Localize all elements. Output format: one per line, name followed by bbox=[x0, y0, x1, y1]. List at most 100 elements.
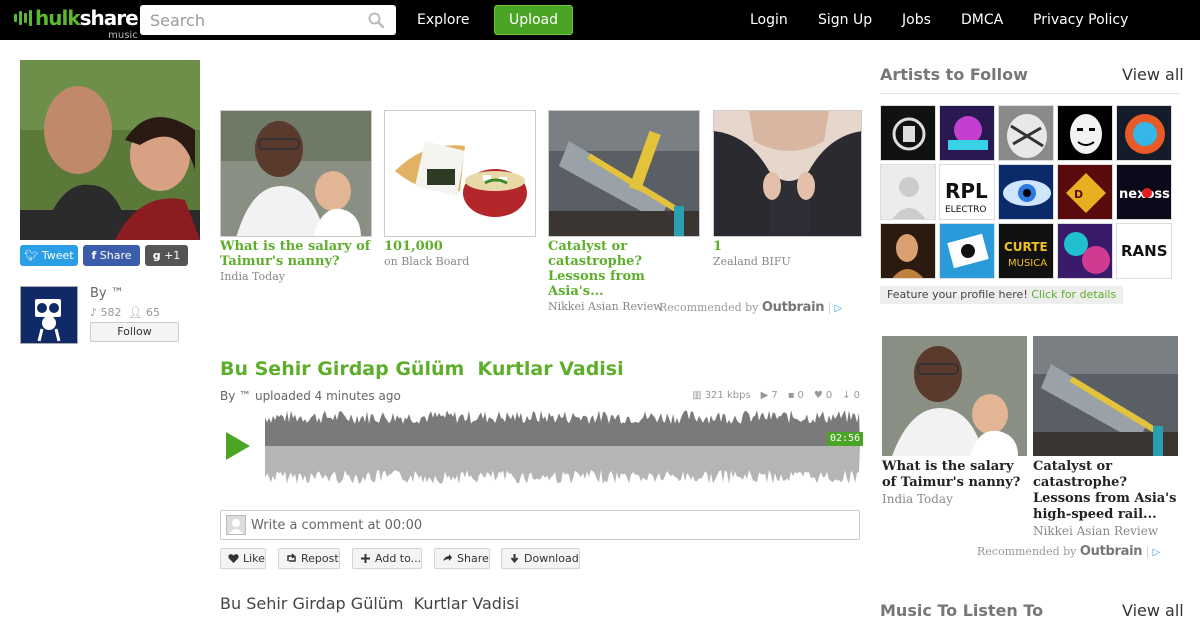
artist-thumbnail[interactable] bbox=[880, 164, 936, 220]
download-label: Download bbox=[524, 552, 579, 565]
add-to-label: Add to... bbox=[375, 552, 422, 565]
nav-privacy-link[interactable]: Privacy Policy bbox=[1033, 0, 1128, 40]
recommended-item[interactable]: 1 Zealand BIFU bbox=[713, 110, 862, 269]
svg-text:D: D bbox=[1074, 188, 1083, 201]
music-note-icon: ♪ bbox=[90, 306, 98, 319]
logo-waveform-icon bbox=[14, 6, 32, 30]
add-to-button[interactable]: Add to... bbox=[352, 548, 423, 569]
artist-thumbnail[interactable] bbox=[1057, 223, 1113, 279]
plus-icon bbox=[361, 554, 370, 563]
tweet-label: Tweet bbox=[41, 249, 74, 262]
artist-thumbnail[interactable] bbox=[998, 164, 1054, 220]
sidebar-recommended-title[interactable]: What is the salary of Taimur's nanny? bbox=[882, 459, 1027, 491]
recommended-by-outbrain[interactable]: Recommended by Outbrain | ▷ bbox=[659, 300, 842, 315]
follow-button[interactable]: Follow bbox=[90, 322, 179, 342]
sidebar-recommended-by-label: Recommended by bbox=[977, 545, 1077, 558]
comment-user-avatar bbox=[226, 515, 246, 535]
comment-input[interactable] bbox=[251, 511, 851, 539]
recommended-title[interactable]: 1 bbox=[713, 239, 862, 254]
share-button[interactable]: Share bbox=[434, 548, 490, 569]
artist-thumbnail[interactable] bbox=[880, 223, 936, 279]
artist-thumbnail[interactable] bbox=[998, 105, 1054, 161]
like-button[interactable]: Like bbox=[220, 548, 266, 569]
recommended-thumbnail[interactable] bbox=[548, 110, 700, 237]
section-divider bbox=[880, 93, 1180, 94]
search-icon[interactable] bbox=[368, 12, 384, 28]
sidebar-recommended-by-outbrain[interactable]: Recommended by Outbrain | ▷ bbox=[977, 544, 1160, 559]
twitter-icon: 🐦︎ bbox=[24, 249, 39, 262]
feature-profile-link[interactable]: Click for details bbox=[1031, 288, 1116, 301]
music-to-listen-heading: Music To Listen To bbox=[880, 601, 1044, 620]
artists-view-all-link[interactable]: View all bbox=[1122, 65, 1184, 84]
hulkshare-logo[interactable]: hulkshare music bbox=[14, 6, 139, 41]
search-box bbox=[140, 5, 396, 35]
waveform-seekbar[interactable] bbox=[265, 406, 860, 484]
recommended-thumbnail[interactable] bbox=[384, 110, 536, 237]
svg-text:RPL: RPL bbox=[945, 179, 988, 203]
gplus-label: +1 bbox=[164, 249, 181, 262]
recommended-item[interactable]: What is the salary of Taimur's nanny? In… bbox=[220, 110, 372, 284]
music-view-all-link[interactable]: View all bbox=[1122, 601, 1184, 620]
nav-jobs-link[interactable]: Jobs bbox=[902, 0, 931, 40]
artist-thumbnail[interactable]: CURTE MUSICA bbox=[998, 223, 1054, 279]
outbrain-info-icon[interactable]: ▷ bbox=[1152, 547, 1160, 558]
nav-dmca-link[interactable]: DMCA bbox=[961, 0, 1003, 40]
recommended-thumbnail[interactable] bbox=[220, 110, 372, 237]
recommended-title[interactable]: What is the salary of Taimur's nanny? bbox=[220, 239, 372, 269]
uploader-name[interactable]: By ™ bbox=[90, 286, 124, 301]
artist-thumbnail[interactable] bbox=[880, 105, 936, 161]
recommended-item[interactable]: Catalyst or catastrophe? Lessons from As… bbox=[548, 110, 700, 314]
repost-button[interactable]: Repost bbox=[278, 548, 340, 569]
recommended-title[interactable]: 101,000 bbox=[384, 239, 536, 254]
sidebar-recommended-thumbnail[interactable] bbox=[1033, 336, 1178, 456]
svg-text:RANS: RANS bbox=[1121, 242, 1168, 260]
heart-icon bbox=[228, 554, 239, 563]
download-count-icon: ↓ bbox=[842, 390, 851, 401]
download-icon bbox=[510, 554, 519, 564]
sidebar-recommended-thumbnail[interactable] bbox=[882, 336, 1027, 456]
recommended-item[interactable]: 101,000 on Black Board bbox=[384, 110, 536, 269]
like-label: Like bbox=[243, 552, 265, 565]
sidebar-recommended-item[interactable]: Catalyst or catastrophe? Lessons from As… bbox=[1033, 336, 1178, 539]
artist-thumbnail[interactable]: RANS bbox=[1116, 223, 1172, 279]
google-plus-button[interactable]: g +1 bbox=[145, 245, 188, 266]
artist-thumbnail[interactable] bbox=[939, 223, 995, 279]
artist-thumbnail[interactable] bbox=[939, 105, 995, 161]
upload-button[interactable]: Upload bbox=[494, 5, 573, 35]
recommended-title[interactable]: Catalyst or catastrophe? Lessons from As… bbox=[548, 239, 700, 299]
track-comments: ▪ 0 bbox=[788, 390, 804, 401]
uploader-stats: ♪ 582 👤︎ 65 bbox=[90, 306, 160, 319]
track-stats: ▥ 321 kbps ▶ 7 ▪ 0 ♥ 0 ↓ 0 bbox=[692, 390, 860, 401]
outbrain-info-icon[interactable]: ▷ bbox=[834, 303, 842, 314]
sidebar-recommended-title[interactable]: Catalyst or catastrophe? Lessons from As… bbox=[1033, 459, 1178, 523]
nav-signup-link[interactable]: Sign Up bbox=[818, 0, 872, 40]
bitrate-icon: ▥ bbox=[692, 390, 702, 401]
artist-thumbnail[interactable]: RPL ELECTRO bbox=[939, 164, 995, 220]
outbrain-logo: Outbrain bbox=[761, 300, 825, 315]
comment-count-icon: ▪ bbox=[787, 390, 795, 401]
artists-to-follow-heading: Artists to Follow bbox=[880, 65, 1028, 84]
search-input[interactable] bbox=[140, 5, 360, 35]
tweet-button[interactable]: 🐦︎ Tweet bbox=[20, 245, 78, 266]
uploader-avatar[interactable] bbox=[20, 286, 78, 344]
facebook-share-button[interactable]: f Share bbox=[83, 245, 140, 266]
download-button[interactable]: Download bbox=[501, 548, 580, 569]
artist-thumbnail[interactable]: D bbox=[1057, 164, 1113, 220]
facebook-icon: f bbox=[91, 249, 97, 262]
track-title[interactable]: Bu Sehir Girdap Gülüm Kurtlar Vadisi bbox=[220, 358, 624, 380]
track-meta: By ™ uploaded 4 minutes ago bbox=[220, 389, 401, 403]
google-plus-icon: g bbox=[152, 249, 161, 262]
play-count-value: 7 bbox=[771, 390, 778, 401]
sidebar-recommended-source: India Today bbox=[882, 492, 953, 506]
nav-login-link[interactable]: Login bbox=[750, 0, 788, 40]
artist-thumbnail[interactable]: nexoss bbox=[1116, 164, 1172, 220]
recommended-thumbnail[interactable] bbox=[713, 110, 862, 237]
nav-explore-link[interactable]: Explore bbox=[417, 0, 470, 40]
artist-thumbnail[interactable] bbox=[1116, 105, 1172, 161]
artist-thumbnail[interactable] bbox=[1057, 105, 1113, 161]
feature-profile-text: Feature your profile here! bbox=[887, 288, 1028, 301]
logo-subtitle: music bbox=[108, 30, 138, 41]
play-button[interactable] bbox=[224, 430, 252, 462]
sidebar-recommended-item[interactable]: What is the salary of Taimur's nanny? In… bbox=[882, 336, 1027, 507]
share-label: Share bbox=[457, 552, 489, 565]
